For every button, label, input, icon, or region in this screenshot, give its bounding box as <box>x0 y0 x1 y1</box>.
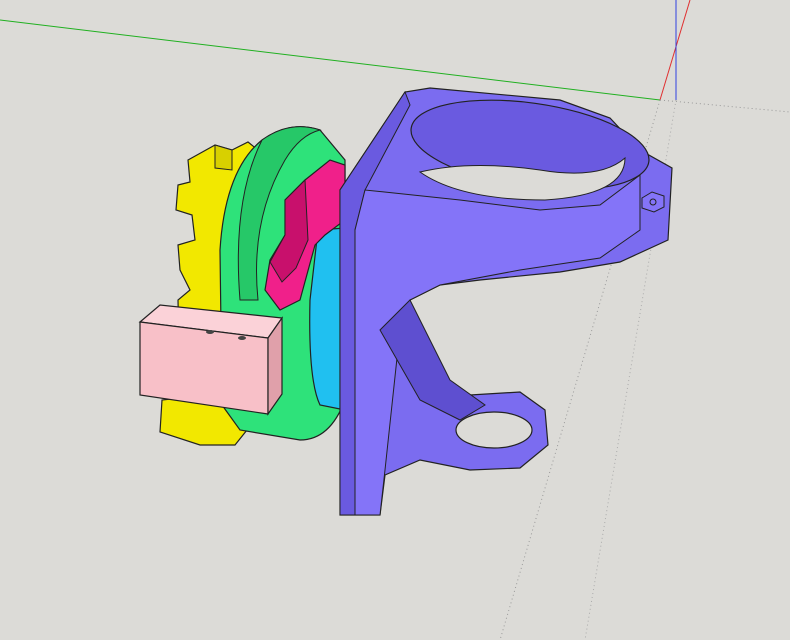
3d-viewport[interactable] <box>0 0 790 640</box>
pink-block[interactable] <box>138 304 284 416</box>
